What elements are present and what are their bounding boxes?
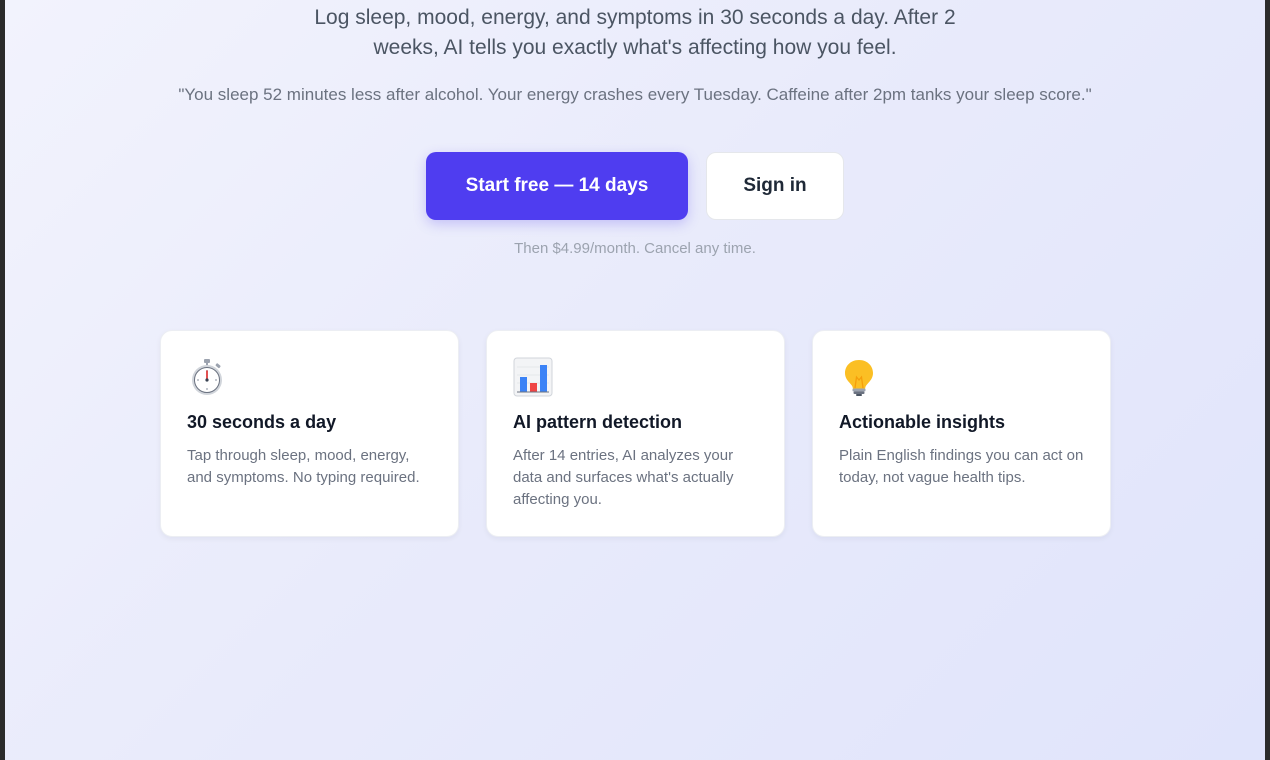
- hero-subtitle-line-2: weeks, AI tells you exactly what's affec…: [373, 36, 897, 59]
- bar-chart-icon: [513, 357, 553, 397]
- feature-body: After 14 entries, AI analyzes your data …: [513, 447, 734, 508]
- feature-title: AI pattern detection: [513, 412, 683, 432]
- sign-in-button[interactable]: Sign in: [706, 152, 844, 220]
- feature-title: 30 seconds a day: [187, 412, 337, 432]
- stopwatch-icon: [192, 359, 222, 395]
- start-free-button[interactable]: Start free — 14 days: [426, 152, 688, 220]
- hero-quote: "You sleep 52 minutes less after alcohol…: [178, 85, 1092, 104]
- light-bulb-icon: [845, 360, 873, 396]
- feature-card-actionable: Actionable insights Plain English findin…: [812, 330, 1111, 537]
- feature-body: Tap through sleep, mood, energy, and sym…: [187, 447, 420, 486]
- feature-card-ai-pattern: AI pattern detection After 14 entries, A…: [486, 330, 785, 537]
- feature-body: Plain English findings you can act on to…: [839, 447, 1084, 486]
- price-note: Then $4.99/month. Cancel any time.: [514, 240, 756, 257]
- cta-row: Start free — 14 days Sign in: [5, 152, 1265, 220]
- feature-card-30-seconds: 30 seconds a day Tap through sleep, mood…: [160, 330, 459, 537]
- landing-page: Log sleep, mood, energy, and symptoms in…: [5, 0, 1265, 760]
- hero-subtitle-line-1: Log sleep, mood, energy, and symptoms in…: [314, 6, 956, 29]
- feature-cards: 30 seconds a day Tap through sleep, mood…: [160, 330, 1111, 537]
- hero-subtitle: Log sleep, mood, energy, and symptoms in…: [5, 3, 1265, 63]
- feature-title: Actionable insights: [839, 412, 1006, 432]
